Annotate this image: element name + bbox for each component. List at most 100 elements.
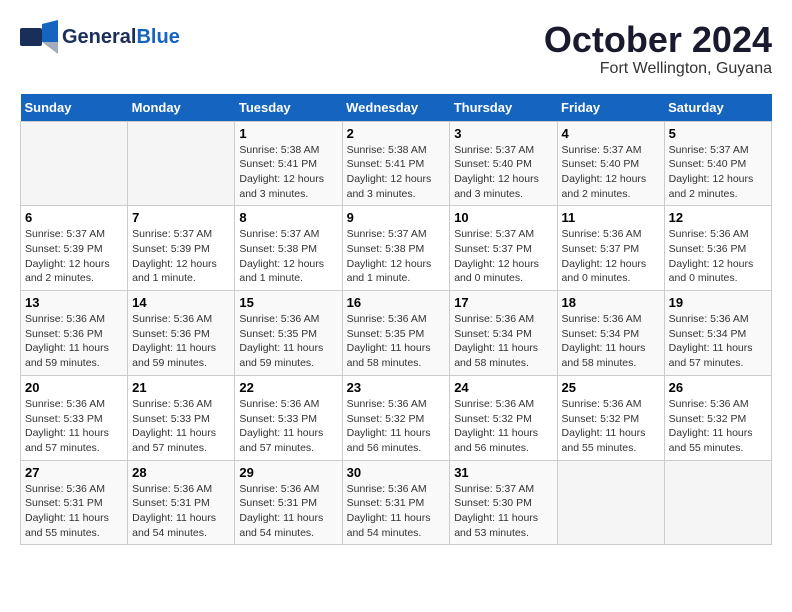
day-number: 11 bbox=[562, 210, 660, 225]
day-cell: 24 Sunrise: 5:36 AM Sunset: 5:32 PM Dayli… bbox=[450, 375, 557, 460]
day-cell: 21 Sunrise: 5:36 AM Sunset: 5:33 PM Dayli… bbox=[128, 375, 235, 460]
location: Fort Wellington, Guyana bbox=[544, 60, 772, 78]
day-cell: 30 Sunrise: 5:36 AM Sunset: 5:31 PM Dayli… bbox=[342, 460, 450, 545]
day-number: 24 bbox=[454, 380, 552, 395]
day-number: 18 bbox=[562, 295, 660, 310]
day-cell: 5Sunrise: 5:37 AM Sunset: 5:40 PM Daylig… bbox=[664, 121, 771, 206]
day-detail: Sunrise: 5:37 AM Sunset: 5:38 PM Dayligh… bbox=[347, 227, 446, 286]
day-cell: 19Sunrise: 5:36 AM Sunset: 5:34 PM Dayli… bbox=[664, 291, 771, 376]
day-detail: Sunrise: 5:36 AM Sunset: 5:31 PM Dayligh… bbox=[132, 482, 230, 541]
day-number: 3 bbox=[454, 126, 552, 141]
header-wednesday: Wednesday bbox=[342, 94, 450, 122]
day-cell: 23 Sunrise: 5:36 AM Sunset: 5:32 PM Dayli… bbox=[342, 375, 450, 460]
day-cell: 1 Sunrise: 5:38 AM Sunset: 5:41 PM Daylig… bbox=[235, 121, 342, 206]
day-number: 31 bbox=[454, 465, 552, 480]
day-detail: Sunrise: 5:37 AM Sunset: 5:38 PM Dayligh… bbox=[239, 227, 337, 286]
day-cell: 6Sunrise: 5:37 AM Sunset: 5:39 PM Daylig… bbox=[21, 206, 128, 291]
day-number: 12 bbox=[669, 210, 767, 225]
header-sunday: Sunday bbox=[21, 94, 128, 122]
day-cell bbox=[664, 460, 771, 545]
logo: GeneralBlue bbox=[20, 20, 180, 54]
calendar-header-row: SundayMondayTuesdayWednesdayThursdayFrid… bbox=[21, 94, 772, 122]
day-number: 16 bbox=[347, 295, 446, 310]
day-cell: 11 Sunrise: 5:36 AM Sunset: 5:37 PM Dayli… bbox=[557, 206, 664, 291]
day-cell: 4 Sunrise: 5:37 AM Sunset: 5:40 PM Daylig… bbox=[557, 121, 664, 206]
logo-icon bbox=[20, 20, 58, 54]
day-number: 29 bbox=[239, 465, 337, 480]
day-number: 22 bbox=[239, 380, 337, 395]
day-number: 17 bbox=[454, 295, 552, 310]
day-number: 20 bbox=[25, 380, 123, 395]
day-number: 27 bbox=[25, 465, 123, 480]
day-number: 21 bbox=[132, 380, 230, 395]
day-detail: Sunrise: 5:37 AM Sunset: 5:39 PM Dayligh… bbox=[25, 227, 123, 286]
day-number: 15 bbox=[239, 295, 337, 310]
day-number: 14 bbox=[132, 295, 230, 310]
day-detail: Sunrise: 5:38 AM Sunset: 5:41 PM Dayligh… bbox=[347, 143, 446, 202]
day-number: 4 bbox=[562, 126, 660, 141]
day-detail: Sunrise: 5:36 AM Sunset: 5:34 PM Dayligh… bbox=[454, 312, 552, 371]
day-cell: 27 Sunrise: 5:36 AM Sunset: 5:31 PM Dayli… bbox=[21, 460, 128, 545]
header-tuesday: Tuesday bbox=[235, 94, 342, 122]
day-number: 25 bbox=[562, 380, 660, 395]
logo-text: GeneralBlue bbox=[62, 26, 180, 48]
day-detail: Sunrise: 5:36 AM Sunset: 5:36 PM Dayligh… bbox=[132, 312, 230, 371]
day-cell: 7 Sunrise: 5:37 AM Sunset: 5:39 PM Daylig… bbox=[128, 206, 235, 291]
day-number: 28 bbox=[132, 465, 230, 480]
week-row-3: 13 Sunrise: 5:36 AM Sunset: 5:36 PM Dayli… bbox=[21, 291, 772, 376]
day-detail: Sunrise: 5:36 AM Sunset: 5:33 PM Dayligh… bbox=[132, 397, 230, 456]
day-number: 13 bbox=[25, 295, 123, 310]
day-detail: Sunrise: 5:36 AM Sunset: 5:33 PM Dayligh… bbox=[25, 397, 123, 456]
header-thursday: Thursday bbox=[450, 94, 557, 122]
day-number: 2 bbox=[347, 126, 446, 141]
day-cell: 31 Sunrise: 5:37 AM Sunset: 5:30 PM Dayli… bbox=[450, 460, 557, 545]
day-number: 1 bbox=[239, 126, 337, 141]
day-detail: Sunrise: 5:37 AM Sunset: 5:30 PM Dayligh… bbox=[454, 482, 552, 541]
day-detail: Sunrise: 5:36 AM Sunset: 5:31 PM Dayligh… bbox=[25, 482, 123, 541]
day-detail: Sunrise: 5:37 AM Sunset: 5:39 PM Dayligh… bbox=[132, 227, 230, 286]
day-cell: 26 Sunrise: 5:36 AM Sunset: 5:32 PM Dayli… bbox=[664, 375, 771, 460]
day-cell bbox=[128, 121, 235, 206]
day-detail: Sunrise: 5:37 AM Sunset: 5:37 PM Dayligh… bbox=[454, 227, 552, 286]
day-cell: 16Sunrise: 5:36 AM Sunset: 5:35 PM Dayli… bbox=[342, 291, 450, 376]
day-cell: 3Sunrise: 5:37 AM Sunset: 5:40 PM Daylig… bbox=[450, 121, 557, 206]
day-cell: 20 Sunrise: 5:36 AM Sunset: 5:33 PM Dayli… bbox=[21, 375, 128, 460]
day-detail: Sunrise: 5:36 AM Sunset: 5:33 PM Dayligh… bbox=[239, 397, 337, 456]
day-number: 7 bbox=[132, 210, 230, 225]
day-detail: Sunrise: 5:37 AM Sunset: 5:40 PM Dayligh… bbox=[562, 143, 660, 202]
day-cell: 22 Sunrise: 5:36 AM Sunset: 5:33 PM Dayli… bbox=[235, 375, 342, 460]
week-row-5: 27 Sunrise: 5:36 AM Sunset: 5:31 PM Dayli… bbox=[21, 460, 772, 545]
header-monday: Monday bbox=[128, 94, 235, 122]
day-detail: Sunrise: 5:36 AM Sunset: 5:36 PM Dayligh… bbox=[669, 227, 767, 286]
day-detail: Sunrise: 5:36 AM Sunset: 5:36 PM Dayligh… bbox=[25, 312, 123, 371]
day-number: 30 bbox=[347, 465, 446, 480]
day-cell: 18 Sunrise: 5:36 AM Sunset: 5:34 PM Dayli… bbox=[557, 291, 664, 376]
day-cell: 9 Sunrise: 5:37 AM Sunset: 5:38 PM Daylig… bbox=[342, 206, 450, 291]
header-friday: Friday bbox=[557, 94, 664, 122]
day-cell: 14 Sunrise: 5:36 AM Sunset: 5:36 PM Dayli… bbox=[128, 291, 235, 376]
day-detail: Sunrise: 5:36 AM Sunset: 5:32 PM Dayligh… bbox=[454, 397, 552, 456]
day-detail: Sunrise: 5:38 AM Sunset: 5:41 PM Dayligh… bbox=[239, 143, 337, 202]
day-cell: 12 Sunrise: 5:36 AM Sunset: 5:36 PM Dayli… bbox=[664, 206, 771, 291]
title-block: October 2024 Fort Wellington, Guyana bbox=[544, 20, 772, 78]
day-detail: Sunrise: 5:36 AM Sunset: 5:32 PM Dayligh… bbox=[669, 397, 767, 456]
week-row-4: 20 Sunrise: 5:36 AM Sunset: 5:33 PM Dayli… bbox=[21, 375, 772, 460]
day-cell: 25 Sunrise: 5:36 AM Sunset: 5:32 PM Dayli… bbox=[557, 375, 664, 460]
day-detail: Sunrise: 5:36 AM Sunset: 5:34 PM Dayligh… bbox=[669, 312, 767, 371]
day-cell bbox=[21, 121, 128, 206]
day-detail: Sunrise: 5:36 AM Sunset: 5:34 PM Dayligh… bbox=[562, 312, 660, 371]
page-header: GeneralBlue October 2024 Fort Wellington… bbox=[20, 20, 772, 78]
day-cell: 17 Sunrise: 5:36 AM Sunset: 5:34 PM Dayli… bbox=[450, 291, 557, 376]
day-number: 26 bbox=[669, 380, 767, 395]
day-number: 9 bbox=[347, 210, 446, 225]
day-detail: Sunrise: 5:36 AM Sunset: 5:32 PM Dayligh… bbox=[562, 397, 660, 456]
day-detail: Sunrise: 5:36 AM Sunset: 5:31 PM Dayligh… bbox=[347, 482, 446, 541]
day-number: 23 bbox=[347, 380, 446, 395]
day-detail: Sunrise: 5:36 AM Sunset: 5:32 PM Dayligh… bbox=[347, 397, 446, 456]
day-cell: 15 Sunrise: 5:36 AM Sunset: 5:35 PM Dayli… bbox=[235, 291, 342, 376]
day-cell: 10Sunrise: 5:37 AM Sunset: 5:37 PM Dayli… bbox=[450, 206, 557, 291]
week-row-1: 1 Sunrise: 5:38 AM Sunset: 5:41 PM Daylig… bbox=[21, 121, 772, 206]
day-detail: Sunrise: 5:36 AM Sunset: 5:37 PM Dayligh… bbox=[562, 227, 660, 286]
day-number: 5 bbox=[669, 126, 767, 141]
day-detail: Sunrise: 5:36 AM Sunset: 5:35 PM Dayligh… bbox=[239, 312, 337, 371]
